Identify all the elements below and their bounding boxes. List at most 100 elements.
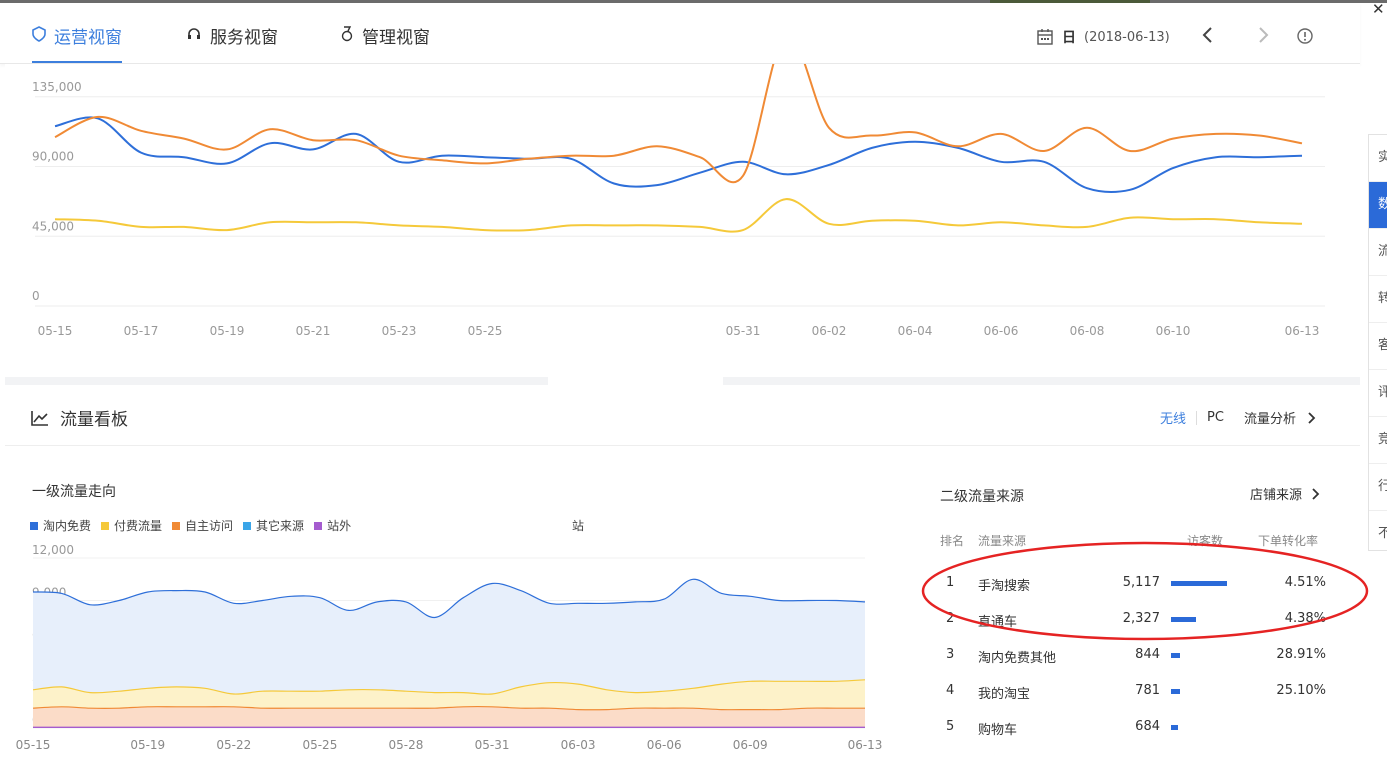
tab-label: 运营视窗	[54, 28, 122, 48]
section-divider	[5, 445, 1360, 446]
legend-item[interactable]: 自主访问	[172, 517, 233, 534]
series-line	[54, 116, 1303, 193]
source-name: 淘内免费其他	[978, 651, 1057, 666]
side-nav-item[interactable]: 转	[1369, 276, 1387, 323]
x-tick-label: 06-03	[561, 738, 596, 752]
source-row[interactable]: 5 购物车 684	[940, 719, 1330, 755]
switch-wireless[interactable]: 无线	[1160, 408, 1186, 427]
legend-item[interactable]: 其它来源	[243, 517, 304, 534]
visitor-count: 684	[1135, 719, 1160, 734]
source-name: 我的淘宝	[978, 687, 1031, 702]
source-row[interactable]: 4 我的淘宝 781 25.10%	[940, 683, 1330, 719]
date-selector[interactable]: 日 (2018-06-13)	[1036, 27, 1170, 47]
x-tick-label: 06-06	[984, 324, 1019, 338]
x-tick-label: 05-31	[726, 324, 761, 338]
y-tick-label: 45,000	[32, 219, 74, 233]
x-tick-label: 06-08	[1070, 324, 1105, 338]
source-name: 购物车	[978, 723, 1018, 738]
x-tick-label: 05-15	[38, 324, 73, 338]
info-icon[interactable]	[1296, 27, 1314, 45]
tab-management[interactable]: 管理视窗	[340, 23, 430, 61]
x-tick-label: 05-28	[389, 738, 424, 752]
y-tick-label: 12,000	[32, 545, 74, 557]
conversion-rate: 28.91%	[1276, 647, 1326, 662]
visitor-count: 844	[1135, 647, 1160, 662]
headset-icon	[188, 28, 200, 39]
rank-number: 5	[946, 719, 955, 734]
x-tick-label: 06-13	[1285, 324, 1320, 338]
side-nav-item[interactable]: 实	[1369, 135, 1387, 182]
legend-item[interactable]: 付费流量	[101, 517, 162, 534]
line-chart-icon	[31, 410, 48, 426]
x-tick-label: 05-25	[468, 324, 503, 338]
level1-legend: 淘内免费 付费流量 自主访问 其它来源 站外	[30, 517, 351, 534]
side-nav-item[interactable]: 评	[1369, 370, 1387, 417]
y-tick-label: 135,000	[32, 80, 82, 94]
flow-board-title: 流量看板	[30, 405, 128, 430]
calendar-icon	[1037, 29, 1053, 45]
level1-area-chart: 03,0006,0009,00012,00005-1505-1905-2205-…	[16, 545, 883, 752]
shield-icon	[32, 26, 46, 42]
legend-item[interactable]: 站外	[314, 517, 351, 534]
x-tick-label: 05-15	[16, 738, 51, 752]
side-nav: 实 数 流 转 客 评 竞 行 不	[1368, 134, 1387, 551]
tab-service[interactable]: 服务视窗	[186, 23, 278, 61]
store-source-link[interactable]: 店铺来源	[1250, 484, 1320, 503]
visitor-bar	[1171, 653, 1181, 658]
side-nav-item[interactable]: 行	[1369, 464, 1387, 511]
x-tick-label: 06-09	[733, 738, 768, 752]
source-row[interactable]: 3 淘内免费其他 844 28.91%	[940, 647, 1330, 683]
series-line	[54, 33, 1303, 184]
x-tick-label: 06-10	[1156, 324, 1191, 338]
level1-title: 一级流量走向	[32, 484, 116, 500]
x-tick-label: 05-19	[210, 324, 245, 338]
chevron-right-icon	[1312, 487, 1320, 500]
side-nav-item[interactable]: 客	[1369, 323, 1387, 370]
legend-item[interactable]: 淘内免费	[30, 517, 91, 534]
x-tick-label: 06-04	[898, 324, 933, 338]
rank-number: 4	[946, 683, 955, 698]
chevron-right-icon[interactable]	[1306, 411, 1316, 424]
visitor-count: 781	[1135, 683, 1160, 698]
switch-pc[interactable]: PC	[1207, 410, 1224, 425]
chevron-left-icon[interactable]	[1200, 25, 1216, 45]
date-value: (2018-06-13)	[1084, 29, 1170, 45]
tab-operations[interactable]: 运营视窗	[32, 23, 122, 63]
occluded-area	[548, 320, 723, 390]
x-tick-label: 05-23	[382, 324, 417, 338]
medal-icon	[341, 26, 353, 42]
x-tick-label: 05-22	[216, 738, 251, 752]
visitor-bar	[1171, 725, 1179, 730]
switch-divider	[1196, 410, 1198, 425]
store-source-label: 店铺来源	[1250, 488, 1303, 503]
conversion-rate: 25.10%	[1276, 683, 1326, 698]
occluded-area	[400, 480, 570, 540]
rank-number: 3	[946, 647, 955, 662]
close-icon[interactable]: ✕	[1372, 0, 1385, 18]
x-tick-label: 05-19	[130, 738, 165, 752]
y-tick-label: 0	[32, 289, 40, 303]
section-title: 流量看板	[60, 410, 128, 430]
traffic-analysis-link[interactable]: 流量分析	[1244, 408, 1296, 427]
x-tick-label: 06-06	[647, 738, 682, 752]
header-bar: 运营视窗 服务视窗 管理视窗 日 (2018-06-13)	[0, 3, 1360, 64]
tab-label: 管理视窗	[362, 28, 430, 48]
x-tick-label: 05-21	[296, 324, 331, 338]
side-nav-item[interactable]: 竞	[1369, 417, 1387, 464]
date-mode: 日	[1062, 30, 1076, 46]
visitor-bar	[1171, 689, 1180, 694]
flow-board-controls: 无线 PC 流量分析	[1160, 408, 1316, 427]
side-nav-item[interactable]: 流	[1369, 229, 1387, 276]
series-line	[54, 198, 1303, 233]
x-tick-label: 05-31	[475, 738, 510, 752]
side-nav-item-active[interactable]: 数	[1369, 182, 1387, 229]
x-tick-label: 06-02	[812, 324, 847, 338]
annotation-ellipse	[921, 541, 1369, 641]
chevron-right-icon[interactable]	[1255, 25, 1271, 45]
level2-title: 二级流量来源	[940, 489, 1024, 505]
x-tick-label: 06-13	[848, 738, 883, 752]
side-nav-item[interactable]: 不	[1369, 511, 1387, 557]
tab-label: 服务视窗	[210, 28, 278, 48]
x-tick-label: 05-17	[124, 324, 159, 338]
legend-fragment: 站	[572, 519, 585, 533]
